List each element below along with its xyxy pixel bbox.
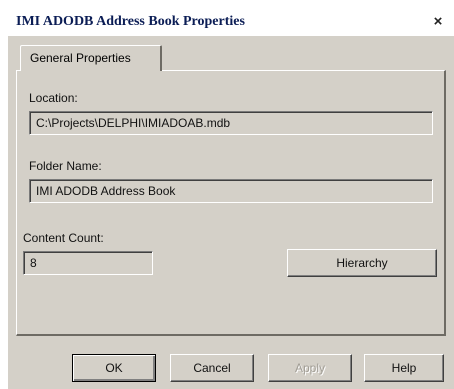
tab-label: General Properties bbox=[30, 51, 131, 65]
properties-dialog: IMI ADODB Address Book Properties × Gene… bbox=[0, 0, 454, 389]
window-title: IMI ADODB Address Book Properties bbox=[16, 14, 245, 29]
folder-name-label: Folder Name: bbox=[29, 159, 102, 173]
location-label: Location: bbox=[29, 91, 78, 105]
tab-general-properties[interactable]: General Properties bbox=[20, 45, 162, 71]
hierarchy-button[interactable]: Hierarchy bbox=[287, 249, 437, 277]
content-count-value: 8 bbox=[30, 256, 37, 270]
content-count-field[interactable]: 8 bbox=[23, 251, 153, 275]
cancel-button[interactable]: Cancel bbox=[170, 354, 254, 382]
location-value: C:\Projects\DELPHI\IMIADOAB.mdb bbox=[36, 116, 231, 130]
general-properties-page: Location: C:\Projects\DELPHI\IMIADOAB.md… bbox=[16, 70, 446, 336]
apply-button: Apply bbox=[268, 354, 352, 382]
folder-name-field[interactable]: IMI ADODB Address Book bbox=[29, 179, 433, 203]
folder-name-value: IMI ADODB Address Book bbox=[36, 184, 176, 198]
help-button[interactable]: Help bbox=[364, 354, 444, 382]
title-bar[interactable]: IMI ADODB Address Book Properties × bbox=[8, 8, 448, 36]
dialog-body: General Properties Location: C:\Projects… bbox=[8, 36, 454, 389]
location-field[interactable]: C:\Projects\DELPHI\IMIADOAB.mdb bbox=[29, 111, 433, 135]
ok-button[interactable]: OK bbox=[72, 354, 156, 382]
close-icon[interactable]: × bbox=[428, 12, 448, 32]
content-count-label: Content Count: bbox=[23, 231, 104, 245]
